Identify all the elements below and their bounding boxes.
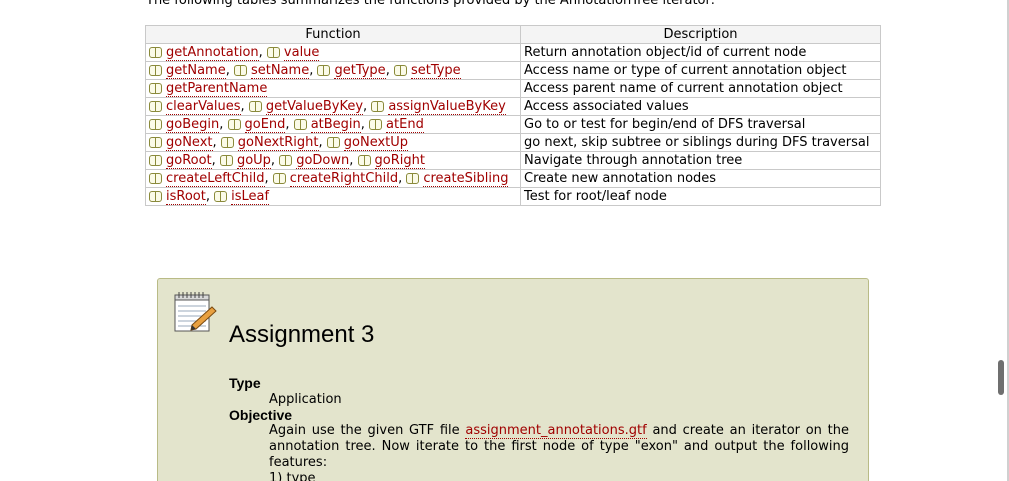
- description-cell: Create new annotation nodes: [520, 169, 881, 188]
- book-icon: [371, 100, 385, 112]
- description-cell: Access parent name of current annotation…: [520, 79, 881, 98]
- book-icon: [149, 100, 163, 112]
- book-icon: [149, 64, 163, 76]
- function-link[interactable]: getParentName: [166, 81, 268, 97]
- description-cell: Navigate through annotation tree: [520, 151, 881, 170]
- function-link[interactable]: goRoot: [166, 153, 212, 169]
- table-row: goNext, goNextRight, goNextUp go next, sk…: [145, 133, 881, 152]
- function-link[interactable]: atBegin: [310, 117, 361, 133]
- function-cell: getAnnotation, value: [145, 43, 521, 62]
- book-icon: [227, 118, 242, 130]
- table-row: createLeftChild, createRightChild, creat…: [145, 169, 881, 188]
- book-icon: [149, 46, 163, 58]
- book-icon: [214, 190, 228, 202]
- function-link[interactable]: assignValueByKey: [388, 99, 506, 115]
- table-row: getAnnotation, value Return annotation ob…: [145, 43, 881, 62]
- header-function: Function: [145, 25, 521, 44]
- book-icon: [149, 190, 163, 202]
- page: The following tables summarizes the func…: [0, 0, 1009, 481]
- function-link[interactable]: atEnd: [386, 117, 424, 133]
- function-link[interactable]: goNextUp: [343, 135, 409, 151]
- notepad-icon: [174, 292, 217, 332]
- book-icon: [317, 64, 331, 76]
- header-description: Description: [520, 25, 881, 44]
- function-link[interactable]: getAnnotation: [166, 45, 259, 61]
- description-cell: Test for root/leaf node: [520, 187, 881, 206]
- description-cell: go next, skip subtree or siblings during…: [520, 133, 881, 152]
- book-icon: [279, 154, 293, 166]
- function-link[interactable]: isRoot: [166, 189, 206, 205]
- function-link[interactable]: isLeaf: [231, 189, 270, 205]
- book-icon: [149, 136, 163, 148]
- objective-list-item: 1) type: [269, 471, 316, 481]
- description-cell: Go to or test for begin/end of DFS trave…: [520, 115, 881, 134]
- function-cell: getParentName: [145, 79, 521, 98]
- book-icon: [272, 172, 287, 184]
- function-link[interactable]: goNextRight: [237, 135, 319, 151]
- function-cell: getName, setName, getType, setType: [145, 61, 521, 80]
- function-link[interactable]: getType: [334, 63, 386, 79]
- book-icon: [149, 118, 163, 130]
- function-link[interactable]: createLeftChild: [166, 171, 265, 187]
- table-row: isRoot, isLeaf Test for root/leaf node: [145, 187, 881, 206]
- book-icon: [293, 118, 308, 130]
- function-link[interactable]: clearValues: [166, 99, 241, 115]
- assignment-box: Assignment 3 Type Application Objective …: [157, 278, 869, 481]
- book-icon: [149, 154, 163, 166]
- book-icon: [326, 136, 341, 148]
- description-cell: Access name or type of current annotatio…: [520, 61, 881, 80]
- function-link[interactable]: value: [283, 45, 320, 61]
- function-link[interactable]: setType: [410, 63, 461, 79]
- description-cell: Access associated values: [520, 97, 881, 116]
- objective-pre: Again use the given GTF file: [269, 423, 460, 438]
- book-icon: [357, 154, 372, 166]
- function-link[interactable]: createSibling: [423, 171, 509, 187]
- table-row: goRoot, goUp, goDown, goRight Navigate th…: [145, 151, 881, 170]
- book-icon: [406, 172, 420, 184]
- function-link[interactable]: goNext: [166, 135, 213, 151]
- scrollbar-thumb[interactable]: [998, 360, 1004, 395]
- table-row: clearValues, getValueByKey, assignValueB…: [145, 97, 881, 116]
- function-link[interactable]: createRightChild: [289, 171, 399, 187]
- function-cell: clearValues, getValueByKey, assignValueB…: [145, 97, 521, 116]
- type-label: Type: [229, 375, 261, 391]
- book-icon: [266, 46, 281, 58]
- book-icon: [248, 100, 263, 112]
- function-link[interactable]: goUp: [236, 153, 271, 169]
- function-cell: isRoot, isLeaf: [145, 187, 521, 206]
- type-value: Application: [269, 392, 342, 407]
- gtf-file-link[interactable]: assignment_annotations.gtf: [465, 423, 647, 439]
- book-icon: [219, 154, 234, 166]
- function-link[interactable]: goEnd: [244, 117, 286, 133]
- book-icon: [369, 118, 383, 130]
- function-link[interactable]: goBegin: [166, 117, 220, 133]
- table-row: goBegin, goEnd, atBegin, atEnd Go to or t…: [145, 115, 881, 134]
- function-cell: goBegin, goEnd, atBegin, atEnd: [145, 115, 521, 134]
- function-cell: goRoot, goUp, goDown, goRight: [145, 151, 521, 170]
- objective-text: Again use the given GTF file assignment_…: [269, 423, 849, 481]
- book-icon: [220, 136, 235, 148]
- function-link[interactable]: setName: [250, 63, 310, 79]
- function-link[interactable]: getValueByKey: [265, 99, 364, 115]
- table-header-row: Function Description: [145, 25, 881, 44]
- function-link[interactable]: goRight: [374, 153, 425, 169]
- function-link[interactable]: getName: [166, 63, 226, 79]
- book-icon: [393, 64, 408, 76]
- book-icon: [149, 82, 163, 94]
- table-row: getParentName Access parent name of curre…: [145, 79, 881, 98]
- function-cell: goNext, goNextRight, goNextUp: [145, 133, 521, 152]
- description-cell: Return annotation object/id of current n…: [520, 43, 881, 62]
- intro-text: The following tables summarizes the func…: [146, 0, 716, 8]
- functions-table: Function Description getAnnotation, valu…: [145, 25, 881, 206]
- function-cell: createLeftChild, createRightChild, creat…: [145, 169, 521, 188]
- assignment-title: Assignment 3: [229, 321, 375, 348]
- objective-label: Objective: [229, 407, 293, 423]
- book-icon: [233, 64, 248, 76]
- book-icon: [149, 172, 163, 184]
- table-row: getName, setName, getType, setType Access…: [145, 61, 881, 80]
- function-link[interactable]: goDown: [296, 153, 350, 169]
